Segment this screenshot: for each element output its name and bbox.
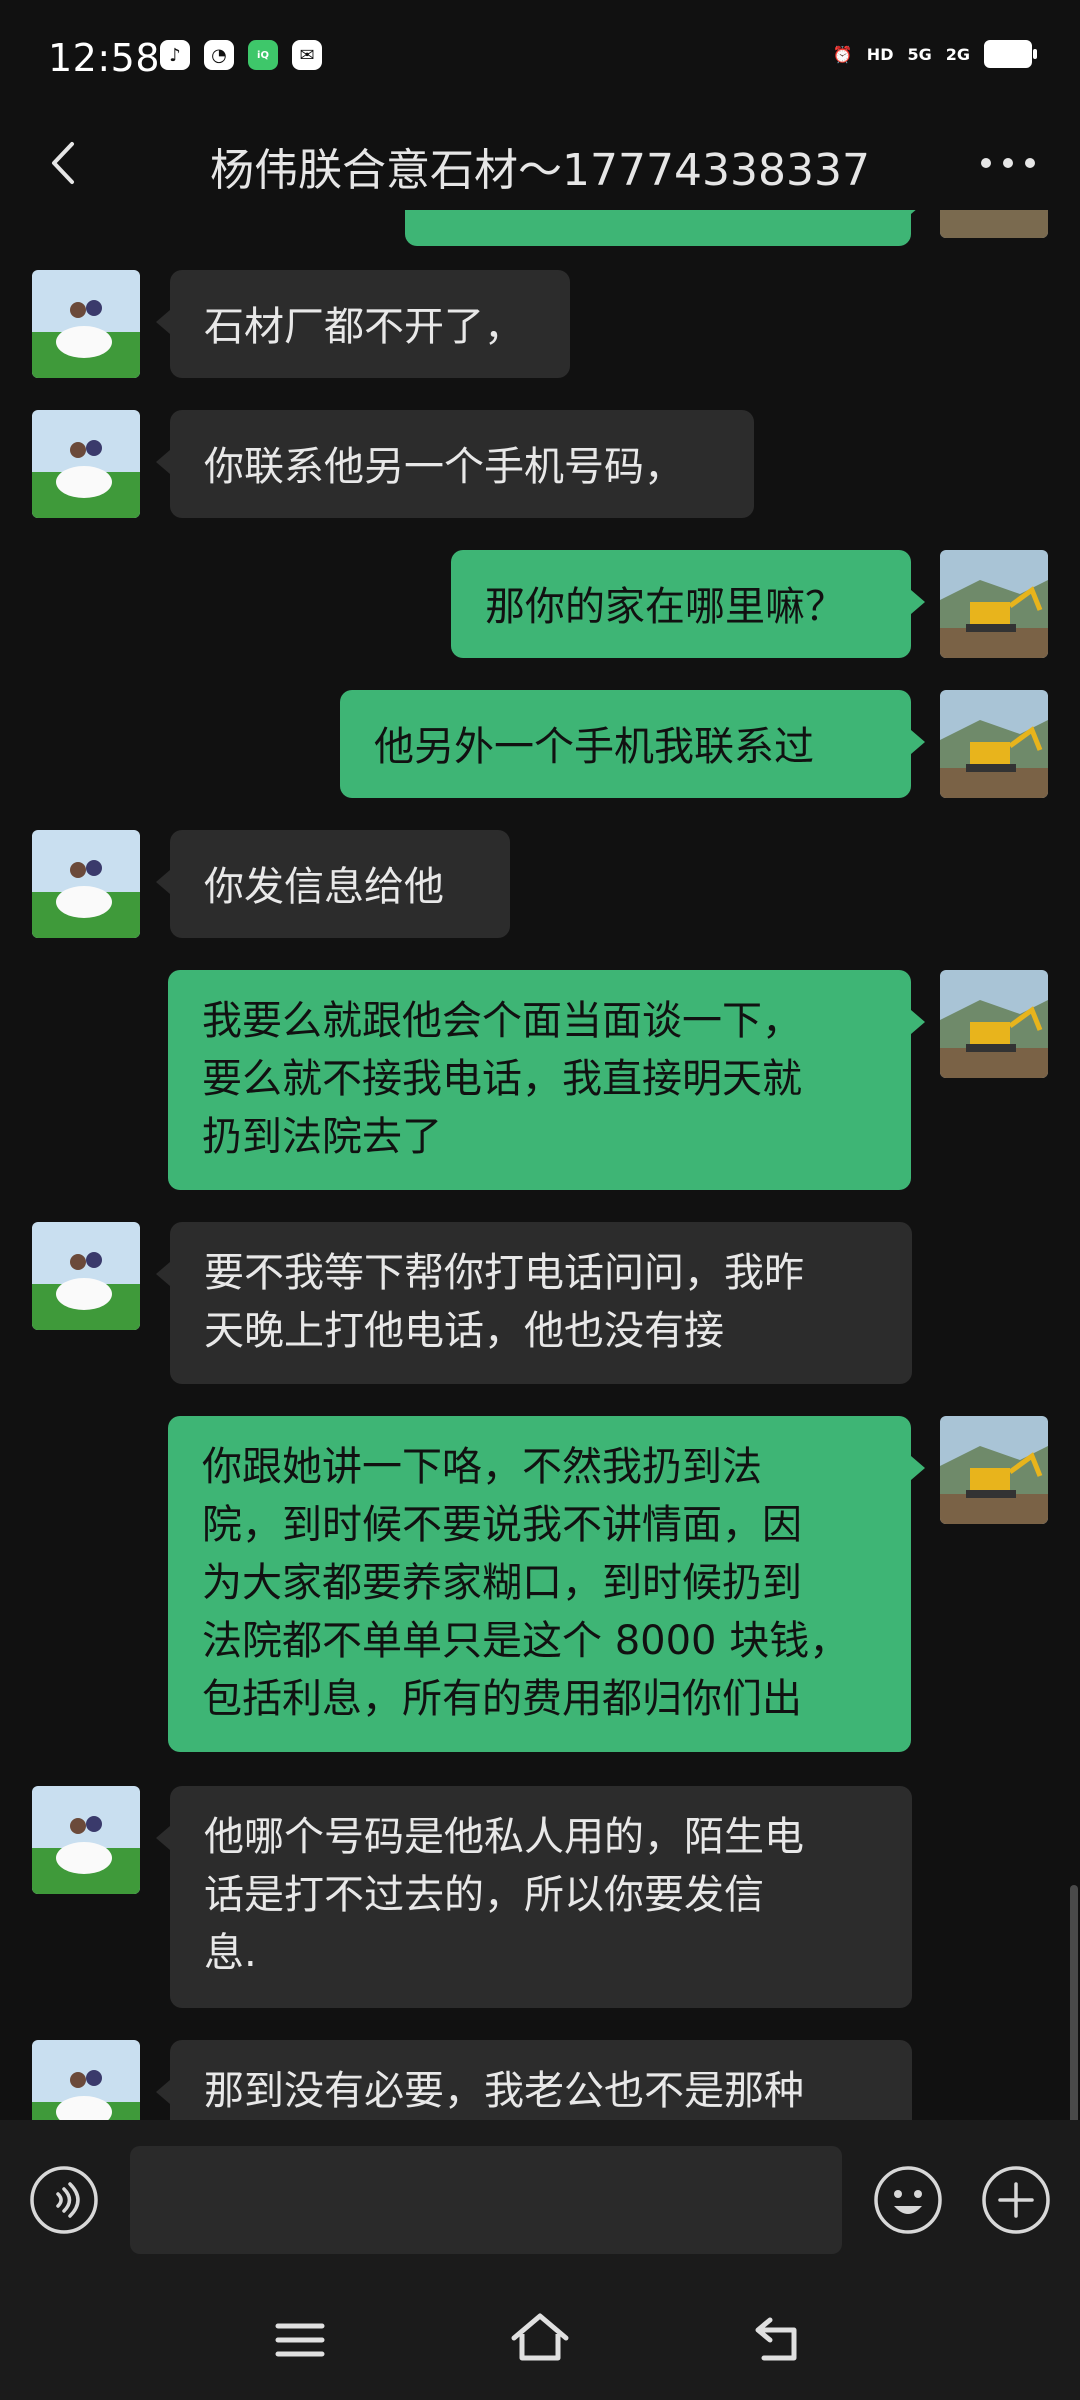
more-options-icon[interactable] bbox=[976, 138, 1040, 188]
incoming-message[interactable]: 你联系他另一个手机号码， bbox=[156, 410, 754, 518]
message-list[interactable]: 石材厂都不开了， 你联系他另一个手机号码， 那你的家在哪里嘛？ 他另外一个手机我… bbox=[0, 210, 1080, 2120]
message-text-line: 息. bbox=[204, 1930, 257, 1976]
alarm-icon: ⏰ bbox=[832, 44, 853, 64]
message-text-line: 院，到时候不要说我不讲情面，因 bbox=[202, 1502, 802, 1548]
outgoing-message[interactable]: 我要么就跟他会个面当面谈一下， 要么就不接我电话，我直接明天就 扔到法院去了 bbox=[168, 970, 925, 1190]
contact-avatar[interactable] bbox=[32, 270, 140, 378]
status-app-icons: ♪ ◔ iQ ✉ bbox=[160, 40, 322, 70]
back-arrow-icon[interactable] bbox=[40, 138, 90, 188]
plus-icon[interactable] bbox=[980, 2164, 1052, 2236]
message-text: 石材厂都不开了， bbox=[204, 304, 524, 350]
voice-input-icon[interactable] bbox=[28, 2164, 100, 2236]
my-avatar[interactable] bbox=[940, 1416, 1048, 1524]
iqiyi-app-icon: iQ bbox=[248, 40, 278, 70]
scrollbar[interactable] bbox=[1070, 1885, 1078, 2120]
my-avatar[interactable] bbox=[940, 970, 1048, 1078]
message-text-line: 你跟她讲一下咯，不然我扔到法 bbox=[202, 1444, 762, 1490]
message-text: 那你的家在哪里嘛？ bbox=[485, 584, 845, 630]
message-text: 你发信息给他 bbox=[204, 864, 444, 910]
message-text-line: 要么就不接我电话，我直接明天就 bbox=[202, 1056, 802, 1102]
message-text-line: 他哪个号码是他私人用的，陌生电 bbox=[204, 1814, 804, 1860]
hd-indicator: HD bbox=[866, 44, 894, 64]
chat-title: 杨伟朕合意石材～17774338337 bbox=[210, 145, 870, 196]
incoming-message[interactable]: 你发信息给他 bbox=[156, 830, 510, 938]
message-text-line: 天晚上打他电话，他也没有接 bbox=[204, 1308, 724, 1354]
signal-2g-indicator: 2G bbox=[945, 44, 970, 64]
contact-avatar[interactable] bbox=[32, 1786, 140, 1894]
signal-5g-indicator: 5G bbox=[907, 44, 932, 64]
status-indicators: ⏰ HD 5G 2G bbox=[832, 40, 1037, 68]
home-icon[interactable] bbox=[510, 2308, 570, 2368]
message-text: 那到没有必要，我老公也不是那种 bbox=[204, 2068, 804, 2114]
message-text: 你联系他另一个手机号码， bbox=[204, 444, 684, 490]
message-bubble-partial bbox=[405, 210, 925, 246]
message-text-line: 扔到法院去了 bbox=[202, 1114, 442, 1160]
system-nav-bar bbox=[0, 2280, 1080, 2400]
message-text-line: 包括利息，所有的费用都归你们出 bbox=[202, 1676, 802, 1722]
message-text-line: 为大家都要养家糊口，到时候扔到 bbox=[202, 1560, 802, 1606]
contact-avatar[interactable] bbox=[32, 410, 140, 518]
message-input[interactable] bbox=[130, 2146, 842, 2254]
emoji-icon[interactable] bbox=[872, 2164, 944, 2236]
message-text: 他另外一个手机我联系过 bbox=[374, 724, 814, 770]
chat-input-bar bbox=[0, 2120, 1080, 2280]
menu-icon[interactable] bbox=[270, 2310, 330, 2370]
outgoing-message[interactable]: 那你的家在哪里嘛？ bbox=[451, 550, 925, 658]
message-text-line: 要不我等下帮你打电话问问，我昨 bbox=[204, 1250, 804, 1296]
message-text-line: 话是打不过去的，所以你要发信 bbox=[204, 1872, 764, 1918]
incoming-message[interactable]: 他哪个号码是他私人用的，陌生电 话是打不过去的，所以你要发信 息. bbox=[156, 1786, 912, 2008]
message-text-line: 法院都不单单只是这个 8000 块钱， bbox=[202, 1618, 850, 1664]
contact-avatar[interactable] bbox=[32, 2040, 140, 2120]
chat-app-icon: ✉ bbox=[292, 40, 322, 70]
incoming-message[interactable]: 那到没有必要，我老公也不是那种 bbox=[156, 2040, 912, 2120]
message-text-line: 我要么就跟他会个面当面谈一下， bbox=[202, 998, 802, 1044]
chat-header: 杨伟朕合意石材～17774338337 bbox=[0, 120, 1080, 210]
incoming-message[interactable]: 要不我等下帮你打电话问问，我昨 天晚上打他电话，他也没有接 bbox=[156, 1222, 912, 1384]
incoming-message[interactable]: 石材厂都不开了， bbox=[156, 270, 570, 378]
my-avatar[interactable] bbox=[940, 690, 1048, 798]
battery-full-icon bbox=[984, 40, 1037, 68]
contact-avatar[interactable] bbox=[32, 830, 140, 938]
my-avatar[interactable] bbox=[940, 210, 1048, 238]
back-icon[interactable] bbox=[750, 2308, 810, 2368]
my-avatar[interactable] bbox=[940, 550, 1048, 658]
status-bar: 12:58 ♪ ◔ iQ ✉ ⏰ HD 5G 2G bbox=[0, 0, 1080, 120]
outgoing-message[interactable]: 你跟她讲一下咯，不然我扔到法 院，到时候不要说我不讲情面，因 为大家都要养家糊口… bbox=[168, 1416, 925, 1752]
speedometer-icon: ◔ bbox=[204, 40, 234, 70]
music-note-icon: ♪ bbox=[160, 40, 190, 70]
status-time: 12:58 bbox=[48, 36, 161, 80]
contact-avatar[interactable] bbox=[32, 1222, 140, 1330]
outgoing-message[interactable]: 他另外一个手机我联系过 bbox=[340, 690, 925, 798]
